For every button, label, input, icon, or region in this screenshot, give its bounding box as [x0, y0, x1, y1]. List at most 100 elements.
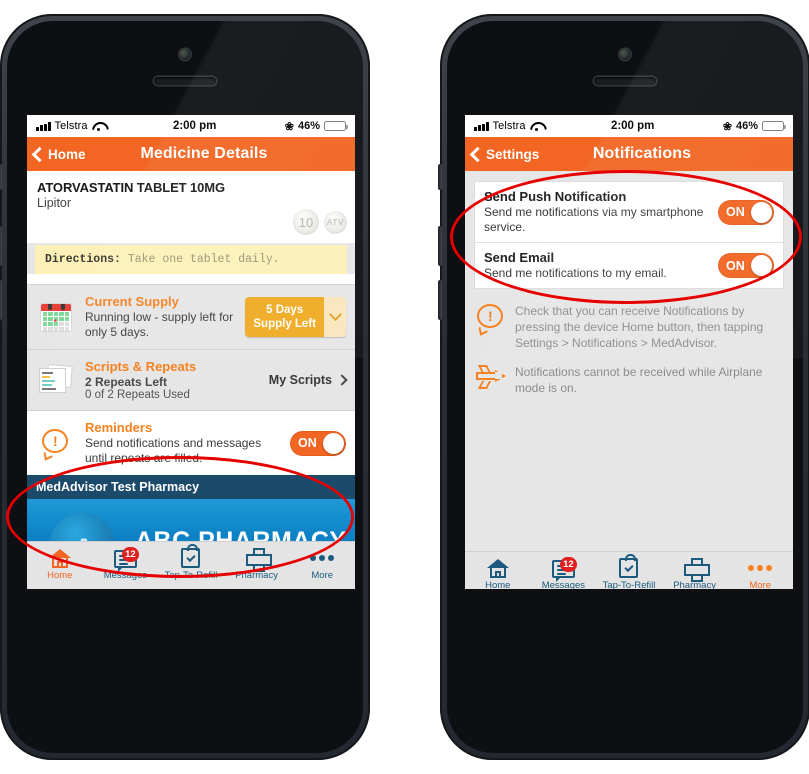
- messages-badge: 12: [559, 557, 577, 572]
- phone-body-left: Telstra 2:00 pm ❀ 46% Home Medicine Deta…: [7, 21, 363, 753]
- home-icon: [45, 546, 75, 568]
- note-check-notifications: ! Check that you can receive Notificatio…: [465, 289, 793, 352]
- nav-bar-left: Home Medicine Details: [27, 137, 355, 171]
- toggle-knob: [751, 255, 772, 276]
- front-camera-icon: [179, 49, 191, 60]
- front-camera-icon-right: [619, 49, 631, 60]
- reminders-title: Reminders: [85, 420, 153, 435]
- reminders-toggle[interactable]: ON: [290, 430, 346, 456]
- chevron-left-icon: [31, 146, 48, 162]
- reminders-toggle-state: ON: [298, 436, 317, 450]
- alert-bubble-icon: !: [36, 428, 76, 461]
- reminders-row[interactable]: ! Reminders Send notifications and messa…: [27, 410, 355, 475]
- bluetooth-icon: ❀: [722, 120, 732, 133]
- reminders-subtitle: Send notifications and messages until re…: [85, 436, 262, 465]
- more-dots-icon: [745, 556, 775, 578]
- setting-push-text: Send Push Notification Send me notificat…: [484, 189, 710, 235]
- wifi-icon: [92, 121, 105, 131]
- mute-switch[interactable]: [0, 164, 2, 190]
- volume-up-button[interactable]: [0, 226, 2, 266]
- repeats-left-label: 2 Repeats Left: [85, 375, 168, 389]
- current-supply-title: Current Supply: [85, 294, 179, 309]
- current-supply-row[interactable]: Current Supply Running low - supply left…: [27, 284, 355, 349]
- repeats-used-label: 0 of 2 Repeats Used: [85, 389, 190, 401]
- tab-more[interactable]: More: [289, 546, 355, 581]
- medicine-name: ATORVASTATIN TABLET 10MG: [37, 180, 226, 195]
- directions-label: Directions:: [45, 253, 121, 266]
- spacer: [27, 274, 355, 284]
- supply-line-2: Supply Left: [253, 318, 316, 330]
- pharmacy-band-title: MedAdvisor Test Pharmacy: [27, 475, 355, 499]
- note-airplane-mode-text: Notifications cannot be received while A…: [515, 364, 763, 395]
- phone-device-right: Telstra 2:00 pm ❀ 46% Settings Notificat…: [438, 14, 809, 760]
- volume-down-button-right[interactable]: [438, 280, 442, 320]
- airplane-icon: [476, 364, 506, 390]
- reminders-text: Reminders Send notifications and message…: [85, 420, 281, 466]
- cross-icon: [680, 556, 710, 582]
- nav-bar-right: Settings Notifications: [465, 137, 793, 171]
- setting-row-push[interactable]: Send Push Notification Send me notificat…: [475, 182, 783, 242]
- battery-percent-label: 46%: [735, 120, 758, 132]
- my-scripts-button[interactable]: My Scripts: [268, 373, 348, 387]
- toggle-knob: [323, 432, 344, 454]
- medicine-header: ATORVASTATIN TABLET 10MG Lipitor 10 ATV: [27, 171, 355, 243]
- status-bar: Telstra 2:00 pm ❀ 46%: [27, 115, 355, 137]
- tab-messages[interactable]: 12 Messages: [93, 546, 159, 581]
- refill-bag-icon: [614, 554, 644, 578]
- push-notification-toggle[interactable]: ON: [718, 199, 774, 225]
- earpiece-speaker-right: [594, 77, 656, 85]
- home-icon: [483, 556, 513, 578]
- setting-row-email[interactable]: Send Email Send me notifications to my e…: [475, 242, 783, 288]
- tab-more[interactable]: More: [727, 556, 793, 589]
- medicine-brand: Lipitor: [37, 196, 72, 210]
- messages-icon: 12: [548, 556, 578, 582]
- back-button-home[interactable]: Home: [27, 146, 86, 162]
- mute-switch-right[interactable]: [438, 164, 442, 190]
- supply-line-1: 5 Days: [266, 303, 304, 316]
- wifi-icon: [530, 121, 543, 131]
- toggle-knob: [751, 201, 772, 223]
- scripts-document-icon: [36, 364, 76, 395]
- note-airplane-mode: Notifications cannot be received while A…: [465, 352, 793, 396]
- tab-pharmacy[interactable]: Pharmacy: [224, 546, 290, 581]
- push-toggle-state: ON: [726, 205, 745, 219]
- clock-label: 2:00 pm: [172, 120, 217, 132]
- tab-messages[interactable]: 12 Messages: [531, 556, 597, 589]
- phone-body-right: Telstra 2:00 pm ❀ 46% Settings Notificat…: [447, 21, 803, 753]
- tab-tap-to-refill-label: Tap-To-Refill: [164, 570, 218, 581]
- scripts-repeats-row[interactable]: Scripts & Repeats 2 Repeats Left 0 of 2 …: [27, 349, 355, 410]
- status-bar-right: Telstra 2:00 pm ❀ 46%: [465, 115, 793, 137]
- tab-home[interactable]: Home: [465, 556, 531, 589]
- screen-medicine-details: Telstra 2:00 pm ❀ 46% Home Medicine Deta…: [27, 115, 355, 589]
- my-scripts-label: My Scripts: [268, 373, 332, 387]
- tab-home[interactable]: Home: [27, 546, 93, 581]
- status-bar-right-group: ❀ 46%: [722, 120, 787, 133]
- clock-label: 2:00 pm: [610, 120, 655, 132]
- email-notification-toggle[interactable]: ON: [718, 253, 774, 278]
- note-check-notifications-text: Check that you can receive Notifications…: [515, 304, 764, 351]
- supply-dropdown-button[interactable]: [324, 296, 346, 338]
- tab-pharmacy[interactable]: Pharmacy: [662, 556, 728, 589]
- alert-bubble-icon: !: [476, 303, 506, 336]
- tab-tap-to-refill[interactable]: Tap-To-Refill: [158, 544, 224, 581]
- tab-tap-to-refill[interactable]: Tap-To-Refill: [596, 554, 662, 589]
- scripts-repeats-text: Scripts & Repeats 2 Repeats Left 0 of 2 …: [85, 359, 260, 401]
- setting-email-title: Send Email: [484, 250, 555, 265]
- tab-bar-right: Home 12 Messages Tap-To-Refill Pharmacy …: [465, 551, 793, 589]
- pill-images: 10 ATV: [293, 209, 347, 235]
- volume-up-button-right[interactable]: [438, 226, 442, 266]
- tab-messages-label: Messages: [103, 570, 148, 581]
- battery-icon: [324, 121, 349, 131]
- supply-left-button[interactable]: 5 Days Supply Left: [245, 296, 346, 338]
- back-button-settings[interactable]: Settings: [465, 146, 539, 162]
- calendar-icon: [36, 302, 76, 332]
- supply-left-button-label: 5 Days Supply Left: [245, 296, 324, 338]
- status-bar-left: Telstra: [36, 120, 105, 132]
- carrier-label: Telstra: [54, 120, 88, 132]
- directions-text: Take one tablet daily.: [127, 253, 280, 266]
- volume-down-button[interactable]: [0, 280, 2, 320]
- tab-more-label: More: [311, 570, 333, 581]
- tab-bar-left: Home 12 Messages Tap-To-Refill Pharmacy …: [27, 541, 355, 589]
- tab-tap-to-refill-label: Tap-To-Refill: [602, 580, 656, 589]
- notification-settings-card: Send Push Notification Send me notificat…: [474, 181, 784, 289]
